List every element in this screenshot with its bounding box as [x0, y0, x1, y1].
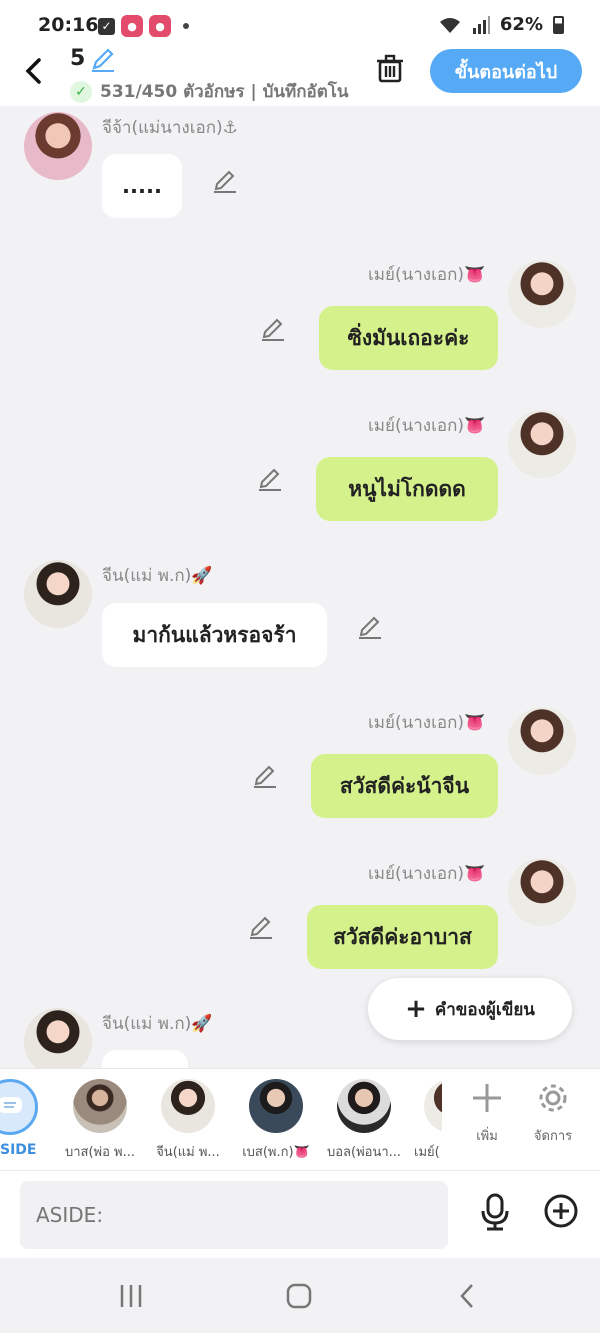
plus-icon — [473, 1084, 501, 1112]
recent-apps-button[interactable] — [111, 1280, 151, 1312]
character-bar: SIDE บาส(พ่อ พ... จีน(แม่ พ... เบส(พ.ก)👅… — [0, 1068, 600, 1170]
sender-name: จีน(แม่ พ.ก)🚀 — [102, 566, 213, 586]
pencil-icon — [359, 616, 381, 639]
more-notifications-dot — [183, 23, 189, 29]
pencil-icon — [214, 170, 236, 193]
add-character-button[interactable]: เพิ่ม — [457, 1081, 517, 1146]
edit-message-button[interactable] — [257, 466, 283, 492]
pencil-icon — [250, 916, 272, 939]
message-bubble[interactable]: สวัสดีค่ะน้าจีน — [311, 754, 498, 818]
character-item[interactable]: เมย์( — [402, 1079, 442, 1162]
pencil-icon — [92, 48, 114, 72]
pencil-icon — [259, 468, 281, 491]
chat-header: 5 ✓ 531/450 ตัวอักษร | บันทึกอัตโน ขั้นต… — [0, 42, 600, 106]
sender-name: เมย์(นางเอก)👅 — [368, 864, 486, 884]
edit-message-button[interactable] — [252, 763, 278, 789]
character-label: เบส(พ.ก)👅 — [242, 1145, 310, 1160]
check-icon: ✓ — [70, 80, 92, 103]
avatar — [161, 1079, 215, 1133]
home-icon — [286, 1283, 312, 1309]
message-bubble[interactable]: หนูไม่โกดดด — [316, 457, 498, 521]
char-counter: 531/450 ตัวอักษร | บันทึกอัตโน — [100, 82, 349, 102]
status-right: 62% — [438, 14, 564, 35]
message-bubble[interactable] — [102, 1050, 188, 1068]
avatar — [424, 1079, 442, 1133]
voice-input-button[interactable] — [478, 1193, 512, 1235]
add-label: เพิ่ม — [476, 1129, 498, 1144]
author-note-button[interactable]: + คำของผู้เขียน — [368, 978, 572, 1040]
gear-icon — [539, 1084, 567, 1112]
character-label: เมย์( — [414, 1145, 440, 1160]
avatar[interactable] — [508, 260, 576, 328]
wifi-icon — [439, 17, 460, 33]
author-note-label: คำของผู้เขียน — [434, 999, 535, 1020]
avatar[interactable] — [508, 858, 576, 926]
character-label: บาส(พ่อ พ... — [64, 1145, 136, 1160]
avatar — [249, 1079, 303, 1133]
manage-label: จัดการ — [533, 1129, 573, 1144]
recent-apps-icon — [120, 1285, 142, 1307]
avatar[interactable] — [508, 707, 576, 775]
signal-icon — [472, 15, 490, 34]
avatar — [73, 1079, 127, 1133]
character-item[interactable]: บอล(พ่อนา... — [324, 1079, 404, 1162]
pencil-icon — [254, 765, 276, 788]
add-content-button[interactable] — [543, 1193, 579, 1233]
character-item[interactable]: จีน(แม่ พ... — [148, 1079, 228, 1162]
system-nav-bar — [0, 1258, 600, 1333]
status-time: 20:16 — [38, 14, 99, 36]
trash-icon — [377, 54, 403, 83]
check-notification-icon: ✓ — [98, 17, 115, 35]
manage-characters-button[interactable]: จัดการ — [523, 1081, 583, 1146]
pencil-icon — [262, 318, 284, 341]
sender-name: เมย์(นางเอก)👅 — [368, 416, 486, 436]
avatar[interactable] — [24, 1008, 92, 1068]
back-button[interactable] — [22, 56, 50, 86]
sender-name: เมย์(นางเอก)👅 — [368, 265, 486, 285]
edit-message-button[interactable] — [248, 914, 274, 940]
char-counter-row: ✓ 531/450 ตัวอักษร | บันทึกอัตโน — [70, 78, 350, 105]
system-back-button[interactable] — [447, 1280, 487, 1312]
sender-name: จีน(แม่ พ.ก)🚀 — [102, 1014, 213, 1034]
edit-message-button[interactable] — [260, 316, 286, 342]
delete-button[interactable] — [375, 54, 405, 88]
app-notification-icon: ● — [121, 15, 143, 37]
message-bubble[interactable]: ซิ่งมันเถอะค่ะ — [319, 306, 498, 370]
edit-message-button[interactable] — [212, 168, 238, 194]
message-bubble[interactable]: สวัสดีค่ะอาบาส — [307, 905, 498, 969]
battery-icon — [553, 15, 564, 34]
message-input[interactable] — [20, 1181, 448, 1249]
character-label: บอล(พ่อนา... — [326, 1145, 402, 1160]
battery-percent: 62% — [499, 14, 543, 35]
microphone-icon — [481, 1193, 509, 1231]
aside-label: SIDE — [0, 1142, 37, 1158]
chat-area[interactable]: จีจ้า(แม่นางเอก)⚓ ..... เมย์(นางเอก)👅 ซิ… — [0, 106, 600, 1068]
avatar[interactable] — [24, 112, 92, 180]
app-notification-icon-2: ● — [149, 15, 171, 37]
plus-circle-icon — [544, 1194, 578, 1228]
character-item[interactable]: บาส(พ่อ พ... — [60, 1079, 140, 1162]
avatar[interactable] — [24, 560, 92, 628]
next-step-button[interactable]: ขั้นตอนต่อไป — [430, 49, 582, 93]
plus-icon: + — [405, 994, 427, 1024]
home-button[interactable] — [279, 1280, 319, 1312]
chevron-left-icon — [460, 1284, 473, 1308]
avatar — [337, 1079, 391, 1133]
character-label: จีน(แม่ พ... — [156, 1145, 220, 1160]
character-item[interactable]: เบส(พ.ก)👅 — [236, 1079, 316, 1162]
edit-message-button[interactable] — [357, 614, 383, 640]
message-bubble[interactable]: มาก้นแล้วหรอจร้า — [102, 603, 327, 667]
chevron-left-icon — [25, 58, 41, 84]
avatar[interactable] — [508, 410, 576, 478]
sender-name: จีจ้า(แม่นางเอก)⚓ — [102, 118, 238, 138]
message-bubble[interactable]: ..... — [102, 154, 182, 218]
input-bar — [0, 1170, 600, 1258]
aside-character[interactable] — [0, 1079, 38, 1135]
edit-title-button[interactable] — [90, 46, 116, 76]
status-notification-icons: ✓ ● ● — [98, 15, 189, 37]
episode-title: 5 — [70, 46, 86, 71]
sender-name: เมย์(นางเอก)👅 — [368, 713, 486, 733]
speech-bubble-icon — [0, 1097, 22, 1113]
